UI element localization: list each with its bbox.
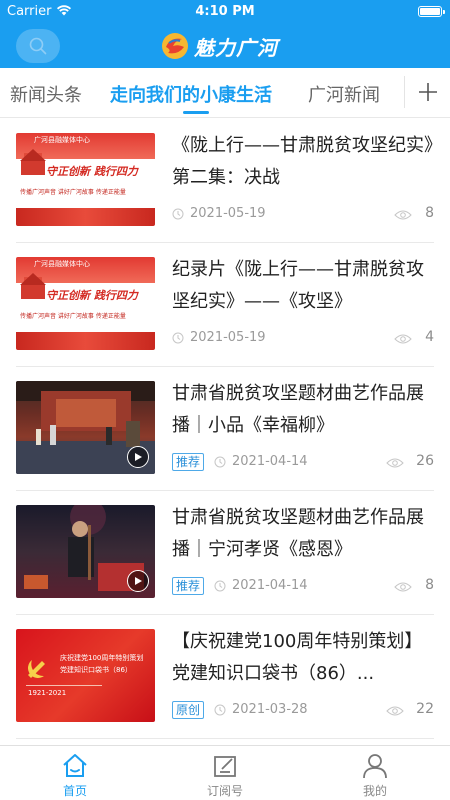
plus-icon [418, 83, 437, 101]
list-item[interactable]: 庆祝建党100周年特别策划 党建知识口袋书（86） 1921-2021 【庆祝建… [16, 615, 434, 739]
news-thumbnail: 庆祝建党100周年特别策划 党建知识口袋书（86） 1921-2021 [16, 629, 155, 722]
list-item[interactable]: 甘肃省脱贫攻坚题材曲艺作品展播｜小品《幸福柳》 推荐 2021-04-14 26 [16, 367, 434, 491]
news-date: 2021-03-28 [232, 702, 308, 717]
party-emblem-icon [28, 660, 45, 678]
active-tab-indicator [183, 111, 209, 114]
home-icon [63, 754, 87, 777]
clock-icon [214, 580, 226, 592]
search-icon [29, 37, 47, 55]
news-thumbnail: 广河县融媒体中心 守正创新 践行四力 传播广河声音 讲好广河故事 传递正能量 [16, 257, 155, 350]
news-date: 2021-04-14 [232, 454, 308, 469]
status-bar: Carrier 4:10 PM [0, 0, 450, 24]
news-thumbnail [16, 505, 155, 598]
eye-icon [394, 210, 412, 220]
clock-icon [172, 332, 184, 344]
original-badge: 原创 [172, 701, 205, 719]
view-count: 22 [416, 701, 434, 717]
view-count: 8 [425, 205, 434, 221]
news-title[interactable]: 甘肃省脱贫攻坚题材曲艺作品展播｜宁河孝贤《感恩》 [172, 502, 434, 566]
news-list: 广河县融媒体中心 守正创新 践行四力 传播广河声音 讲好广河故事 传递正能量 《… [0, 119, 450, 745]
bottom-tab-subscriptions[interactable]: 订阅号 [185, 752, 265, 800]
app-title: 魅力广河 [194, 35, 278, 60]
eye-icon [386, 458, 404, 468]
app-brand: 魅力广河 [160, 30, 278, 62]
news-thumbnail [16, 381, 155, 474]
subscribe-icon [214, 756, 236, 777]
view-count: 8 [425, 577, 434, 593]
view-count: 4 [425, 329, 434, 345]
play-icon [135, 453, 142, 461]
eye-icon [394, 582, 412, 592]
list-item[interactable]: 广河县融媒体中心 守正创新 践行四力 传播广河声音 讲好广河故事 传递正能量 《… [16, 119, 434, 243]
list-item[interactable]: 甘肃省脱贫攻坚题材曲艺作品展播｜宁河孝贤《感恩》 推荐 2021-04-14 8 [16, 491, 434, 615]
recommend-badge: 推荐 [172, 453, 205, 471]
clock-icon [214, 456, 226, 468]
clock-icon [214, 704, 226, 716]
news-title[interactable]: 【庆祝建党100周年特别策划】党建知识口袋书（86）... [172, 626, 434, 690]
bottom-tab-home[interactable]: 首页 [35, 752, 115, 800]
bottom-tab-bar: 首页 订阅号 我的 [0, 745, 450, 800]
news-meta: 原创 2021-03-28 22 [172, 701, 434, 721]
add-channel-button[interactable] [405, 68, 450, 116]
clock-icon [172, 208, 184, 220]
tiananmen-icon [20, 149, 46, 175]
news-meta: 2021-05-19 8 [172, 205, 434, 225]
news-date: 2021-05-19 [190, 330, 266, 345]
tiananmen-icon [20, 273, 46, 299]
news-title[interactable]: 《陇上行——甘肃脱贫攻坚纪实》第二集：决战 [172, 130, 434, 194]
search-button[interactable] [16, 29, 60, 63]
list-item[interactable]: 广河县融媒体中心 守正创新 践行四力 传播广河声音 讲好广河故事 传递正能量 纪… [16, 243, 434, 367]
play-button[interactable] [127, 446, 149, 468]
play-button[interactable] [127, 570, 149, 592]
play-icon [135, 577, 142, 585]
news-title[interactable]: 甘肃省脱贫攻坚题材曲艺作品展播｜小品《幸福柳》 [172, 378, 434, 442]
profile-icon [363, 754, 387, 779]
news-meta: 推荐 2021-04-14 8 [172, 577, 434, 597]
category-tabs: 新闻头条 走向我们的小康生活 广河新闻 [0, 68, 450, 118]
eye-icon [394, 334, 412, 344]
tab-headlines[interactable]: 新闻头条 [10, 81, 82, 107]
news-meta: 2021-05-19 4 [172, 329, 434, 349]
eye-icon [386, 706, 404, 716]
tab-guanghe-news[interactable]: 广河新闻 [308, 81, 380, 107]
app-logo-icon [162, 33, 188, 59]
news-date: 2021-05-19 [190, 206, 266, 221]
tab-xiaokang-life[interactable]: 走向我们的小康生活 [110, 81, 272, 107]
bottom-tab-me[interactable]: 我的 [335, 752, 415, 800]
news-title[interactable]: 纪录片《陇上行——甘肃脱贫攻坚纪实》——《攻坚》 [172, 254, 434, 318]
status-time: 4:10 PM [195, 4, 255, 19]
view-count: 26 [416, 453, 434, 469]
nav-bar: 魅力广河 [0, 24, 450, 68]
news-meta: 推荐 2021-04-14 26 [172, 453, 434, 473]
news-thumbnail: 广河县融媒体中心 守正创新 践行四力 传播广河声音 讲好广河故事 传递正能量 [16, 133, 155, 226]
recommend-badge: 推荐 [172, 577, 205, 595]
news-date: 2021-04-14 [232, 578, 308, 593]
battery-icon [418, 6, 445, 17]
